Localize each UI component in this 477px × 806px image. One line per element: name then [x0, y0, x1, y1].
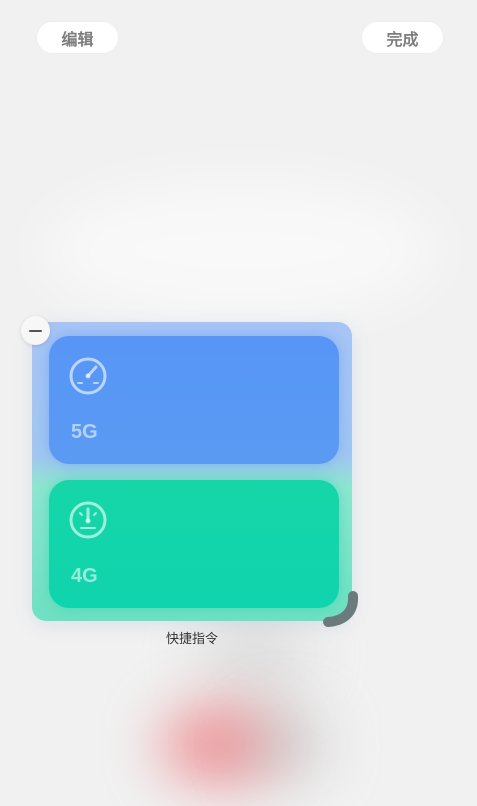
speedometer-icon [69, 501, 107, 539]
shortcuts-widget[interactable]: 5G 4G [32, 322, 352, 621]
tile-label-5g: 5G [71, 421, 98, 443]
tile-4g[interactable]: 4G [49, 480, 339, 608]
background-blur-gray-2 [245, 710, 325, 780]
resize-handle[interactable] [320, 590, 364, 630]
done-button[interactable]: 完成 [362, 22, 443, 53]
remove-widget-button[interactable] [21, 316, 50, 345]
background-blur-gray [200, 610, 310, 700]
tile-label-4g: 4G [71, 565, 98, 587]
edit-button[interactable]: 编辑 [37, 22, 118, 53]
minus-icon [29, 329, 42, 332]
tile-5g[interactable]: 5G [49, 336, 339, 464]
background-glow [40, 180, 440, 320]
widget-caption: 快捷指令 [165, 632, 218, 647]
speedometer-icon [69, 357, 107, 395]
